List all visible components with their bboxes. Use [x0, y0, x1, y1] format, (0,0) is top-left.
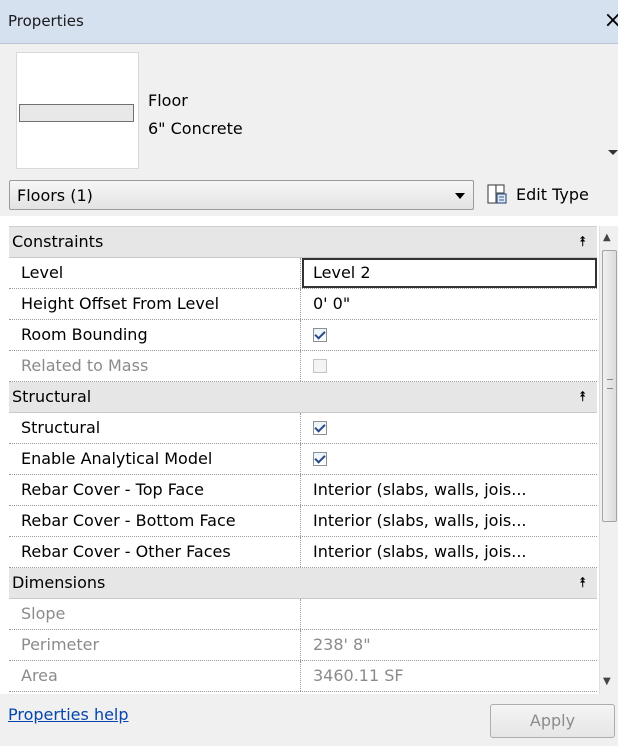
property-row-height-offset[interactable]: Height Offset From Level 0' 0" [9, 289, 597, 320]
type-selector[interactable]: Floor 6" Concrete [0, 44, 618, 172]
rebar-other-field[interactable]: Interior (slabs, walls, jois... [302, 537, 597, 567]
properties-titlebar: Properties × [0, 0, 618, 44]
property-row-level[interactable]: Level Level 2 [9, 258, 597, 289]
related-to-mass-checkbox [313, 359, 327, 373]
vertical-scrollbar[interactable]: ▲ ▼ [599, 226, 618, 694]
collapse-icon[interactable]: ⯭ [579, 570, 587, 596]
scrollbar-thumb[interactable] [602, 250, 617, 522]
property-row-structural[interactable]: Structural [9, 413, 597, 444]
property-row-enable-analytical[interactable]: Enable Analytical Model [9, 444, 597, 475]
property-name: Rebar Cover - Other Faces [9, 537, 301, 567]
element-filter-value: Floors (1) [17, 186, 93, 205]
edit-type-icon [487, 184, 507, 204]
element-filter-dropdown[interactable]: Floors (1) [9, 180, 474, 210]
close-icon[interactable]: × [604, 8, 618, 33]
collapse-icon[interactable]: ⯭ [579, 229, 587, 255]
structural-checkbox[interactable] [313, 421, 327, 435]
group-label: Structural [12, 387, 92, 406]
property-name: Room Bounding [9, 320, 301, 350]
perimeter-value: 238' 8" [313, 635, 371, 654]
property-name: Level [9, 258, 301, 288]
type-name-label: 6" Concrete [148, 119, 243, 138]
property-name: Structural [9, 413, 301, 443]
property-name: Height Offset From Level [9, 289, 301, 319]
collapse-icon[interactable]: ⯭ [579, 384, 587, 410]
room-bounding-checkbox[interactable] [313, 328, 327, 342]
edit-type-label: Edit Type [516, 185, 589, 204]
property-name: Slope [9, 599, 301, 629]
apply-button[interactable]: Apply [490, 704, 615, 738]
slope-value [302, 599, 597, 629]
property-row-room-bounding[interactable]: Room Bounding [9, 320, 597, 351]
window-title: Properties [8, 12, 84, 30]
chevron-down-icon [455, 193, 465, 199]
property-row-related-to-mass: Related to Mass [9, 351, 597, 382]
area-value: 3460.11 SF [313, 666, 404, 685]
group-constraints[interactable]: Constraints ⯭ [9, 227, 597, 258]
type-preview-image [16, 52, 139, 169]
group-label: Dimensions [12, 573, 106, 592]
group-structural[interactable]: Structural ⯭ [9, 382, 597, 413]
property-name: Rebar Cover - Bottom Face [9, 506, 301, 536]
property-row-perimeter: Perimeter 238' 8" [9, 630, 597, 661]
properties-help-link[interactable]: Properties help [8, 705, 129, 724]
group-label: Constraints [12, 232, 104, 251]
scroll-up-icon[interactable]: ▲ [603, 232, 611, 243]
enable-analytical-checkbox[interactable] [313, 452, 327, 466]
property-row-rebar-other[interactable]: Rebar Cover - Other Faces Interior (slab… [9, 537, 597, 568]
properties-grid: Constraints ⯭ Level Level 2 Height Offse… [9, 226, 597, 693]
rebar-bottom-field[interactable]: Interior (slabs, walls, jois... [302, 506, 597, 536]
group-dimensions[interactable]: Dimensions ⯭ [9, 568, 597, 599]
rebar-top-field[interactable]: Interior (slabs, walls, jois... [302, 475, 597, 505]
height-offset-field[interactable]: 0' 0" [302, 289, 597, 319]
property-name: Enable Analytical Model [9, 444, 301, 474]
type-family-label: Floor [148, 91, 188, 110]
property-row-slope: Slope [9, 599, 597, 630]
property-row-area: Area 3460.11 SF [9, 661, 597, 692]
property-name: Rebar Cover - Top Face [9, 475, 301, 505]
property-name: Related to Mass [9, 351, 301, 381]
filter-bar: Floors (1) Edit Type [0, 172, 618, 216]
grip-icon [607, 379, 613, 389]
property-row-rebar-bottom[interactable]: Rebar Cover - Bottom Face Interior (slab… [9, 506, 597, 537]
property-name: Area [9, 661, 301, 691]
chevron-down-icon[interactable] [608, 150, 618, 155]
level-value-field[interactable]: Level 2 [302, 258, 597, 288]
property-row-rebar-top[interactable]: Rebar Cover - Top Face Interior (slabs, … [9, 475, 597, 506]
floor-slab-icon [19, 104, 134, 122]
property-name: Perimeter [9, 630, 301, 660]
footer-bar: Properties help Apply [0, 694, 618, 746]
scroll-down-icon[interactable]: ▼ [603, 676, 611, 687]
